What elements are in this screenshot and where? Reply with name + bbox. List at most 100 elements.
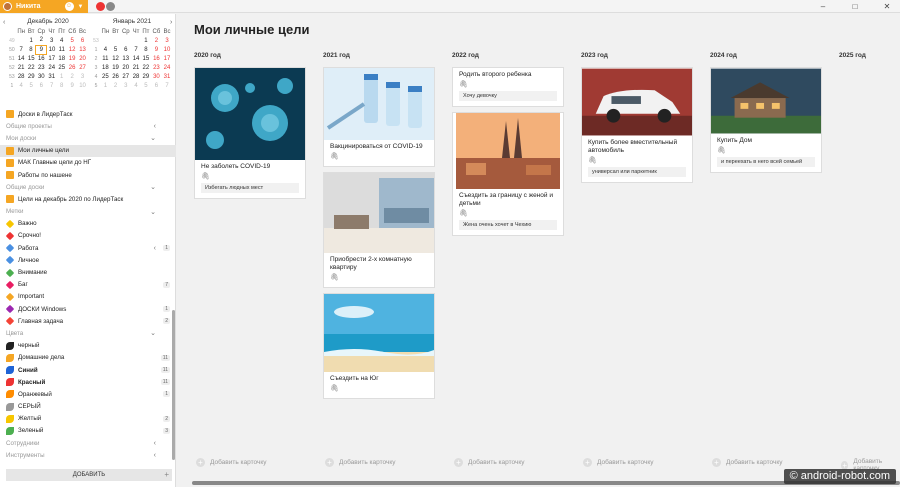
maximize-button[interactable]: □ — [846, 0, 864, 13]
paperclip-icon[interactable]: 🖇 — [324, 272, 434, 282]
calendar-day[interactable]: 14 — [16, 54, 27, 63]
calendar-day[interactable]: 3 — [120, 81, 131, 90]
calendar-day[interactable]: 22 — [27, 63, 36, 72]
calendar-day[interactable]: 16 — [36, 54, 47, 63]
calendar-day[interactable]: 19 — [111, 63, 121, 72]
sidebar-section[interactable]: Метки ⌄ — [0, 206, 176, 218]
calendar-day[interactable]: 2 — [111, 81, 121, 90]
chevron-down-icon[interactable]: ⌄ — [150, 183, 156, 191]
calendar-day[interactable]: 30 — [36, 72, 47, 81]
sidebar-item[interactable]: Доски в ЛидерТаск — [0, 108, 176, 120]
sidebar-item[interactable]: МАК Главные цели до НГ — [0, 157, 176, 169]
calendar-day[interactable]: 24 — [47, 63, 57, 72]
chevron-down-icon[interactable]: ⌄ — [150, 134, 156, 142]
calendar-day[interactable] — [120, 36, 131, 45]
calendar-day[interactable]: 10 — [78, 81, 88, 90]
calendar-day[interactable]: 1 — [141, 36, 151, 45]
calendar-day[interactable]: 7 — [131, 45, 141, 54]
paperclip-icon[interactable]: 🖇 — [195, 171, 305, 181]
calendar-day[interactable]: 7 — [16, 45, 27, 54]
chevron-left-icon[interactable]: ‹ — [154, 440, 156, 447]
calendar-day[interactable]: 17 — [47, 54, 57, 63]
calendar-day[interactable]: 6 — [78, 36, 88, 45]
sidebar-item[interactable]: Оранжевый 1 — [0, 388, 176, 400]
calendar-day[interactable]: 10 — [47, 45, 57, 54]
calendar-day[interactable]: 7 — [162, 81, 172, 90]
sidebar-section[interactable]: Инструменты ‹ — [0, 449, 176, 461]
sidebar-item[interactable]: Срочно! — [0, 230, 176, 242]
paperclip-icon[interactable]: 🖇 — [453, 79, 563, 89]
calendar-day[interactable]: 28 — [131, 72, 141, 81]
add-card-button[interactable]: + Добавить карточку — [454, 458, 525, 467]
sidebar-item[interactable]: Работы по нашене — [0, 169, 176, 181]
calendar-day[interactable]: 21 — [16, 63, 27, 72]
calendar-day[interactable]: 23 — [36, 63, 47, 72]
calendar-day[interactable]: 31 — [162, 72, 172, 81]
calendar-day[interactable]: 26 — [111, 72, 121, 81]
calendar-day[interactable]: 4 — [131, 81, 141, 90]
calendar-day[interactable]: 5 — [111, 45, 121, 54]
calendar-day[interactable]: 15 — [141, 54, 151, 63]
calendar-day[interactable] — [111, 36, 121, 45]
calendar-day[interactable]: 9 — [67, 81, 78, 90]
calendar-day[interactable]: 4 — [16, 81, 27, 90]
calendar-day[interactable]: 12 — [111, 54, 121, 63]
calendar-day[interactable]: 8 — [27, 45, 36, 54]
calendar-day[interactable]: 5 — [27, 81, 36, 90]
goal-card[interactable]: Не заболеть COVID-19 🖇 Избегать людных мес… — [194, 67, 306, 199]
calendar-day[interactable]: 13 — [120, 54, 131, 63]
calendar-day[interactable]: 18 — [57, 54, 67, 63]
add-card-button[interactable]: + Добавить карточку — [325, 458, 396, 467]
calendar-day[interactable]: 29 — [27, 72, 36, 81]
calendar-day[interactable]: 3 — [47, 36, 57, 45]
calendar-day[interactable]: 8 — [141, 45, 151, 54]
add-card-button[interactable]: + Добавить карточку — [196, 458, 267, 467]
chevron-left-icon[interactable]: ‹ — [154, 452, 156, 459]
calendar-day[interactable]: 30 — [151, 72, 162, 81]
sidebar-section[interactable]: Общие доски ⌄ — [0, 181, 176, 193]
sidebar-item[interactable]: Зеленый 3 — [0, 425, 176, 437]
add-button[interactable]: ДОБАВИТЬ + — [6, 469, 172, 481]
calendar-day[interactable]: 6 — [120, 45, 131, 54]
sidebar-item[interactable]: Синий 11 — [0, 364, 176, 376]
sidebar-item[interactable]: Important — [0, 291, 176, 303]
calendar-day[interactable]: 10 — [162, 45, 172, 54]
add-card-button[interactable]: + Добавить карточку — [712, 458, 783, 467]
paperclip-icon[interactable]: 🖇 — [324, 151, 434, 161]
calendar-day[interactable]: 6 — [36, 81, 47, 90]
calendar-day[interactable] — [16, 36, 27, 45]
calendar-day[interactable]: 3 — [162, 36, 172, 45]
sidebar-section[interactable]: Сотрудники ‹ — [0, 437, 176, 449]
sidebar-item[interactable]: Внимание — [0, 266, 176, 278]
sidebar-item[interactable]: Важно — [0, 218, 176, 230]
calendar-day[interactable]: 26 — [67, 63, 78, 72]
calendar-day[interactable]: 3 — [78, 72, 88, 81]
calendar-day[interactable]: 23 — [151, 63, 162, 72]
calendar-day[interactable]: 24 — [162, 63, 172, 72]
calendar-day[interactable]: 29 — [141, 72, 151, 81]
calendar-prev-icon[interactable]: ‹ — [3, 19, 5, 26]
calendar-day[interactable]: 1 — [57, 72, 67, 81]
sidebar-item[interactable]: Домашние дела 11 — [0, 352, 176, 364]
calendar-day[interactable]: 4 — [100, 45, 111, 54]
calendar-day[interactable]: 14 — [131, 54, 141, 63]
calendar-day[interactable] — [131, 36, 141, 45]
sidebar-item[interactable]: Красный 11 — [0, 376, 176, 388]
calendar-day[interactable]: 1 — [100, 81, 111, 90]
goal-card[interactable]: Съездить на Юг 🖇 — [323, 293, 435, 399]
user-tab[interactable]: Никита ☺ ▼ — [0, 0, 88, 13]
close-button[interactable]: ✕ — [878, 0, 896, 13]
calendar-day[interactable]: 2 — [36, 36, 47, 45]
sidebar-item[interactable]: черный — [0, 340, 176, 352]
calendar-day[interactable]: 8 — [57, 81, 67, 90]
goal-card[interactable]: Вакцинироваться от COVID-19 🖇 — [323, 67, 435, 167]
calendar-day[interactable]: 5 — [67, 36, 78, 45]
calendar-day[interactable]: 9 — [151, 45, 162, 54]
sidebar-section[interactable]: Цвета ⌄ — [0, 327, 176, 339]
headset-icon[interactable]: ☺ — [64, 2, 74, 11]
calendar-day[interactable]: 2 — [151, 36, 162, 45]
add-card-button[interactable]: + Добавить карточку — [583, 458, 654, 467]
paperclip-icon[interactable]: 🖇 — [324, 383, 434, 393]
goal-card[interactable]: Родить второго ребенка 🖇 Хочу девочку — [452, 67, 564, 107]
sidebar-item[interactable]: ДОСКИ Windows 1 — [0, 303, 176, 315]
